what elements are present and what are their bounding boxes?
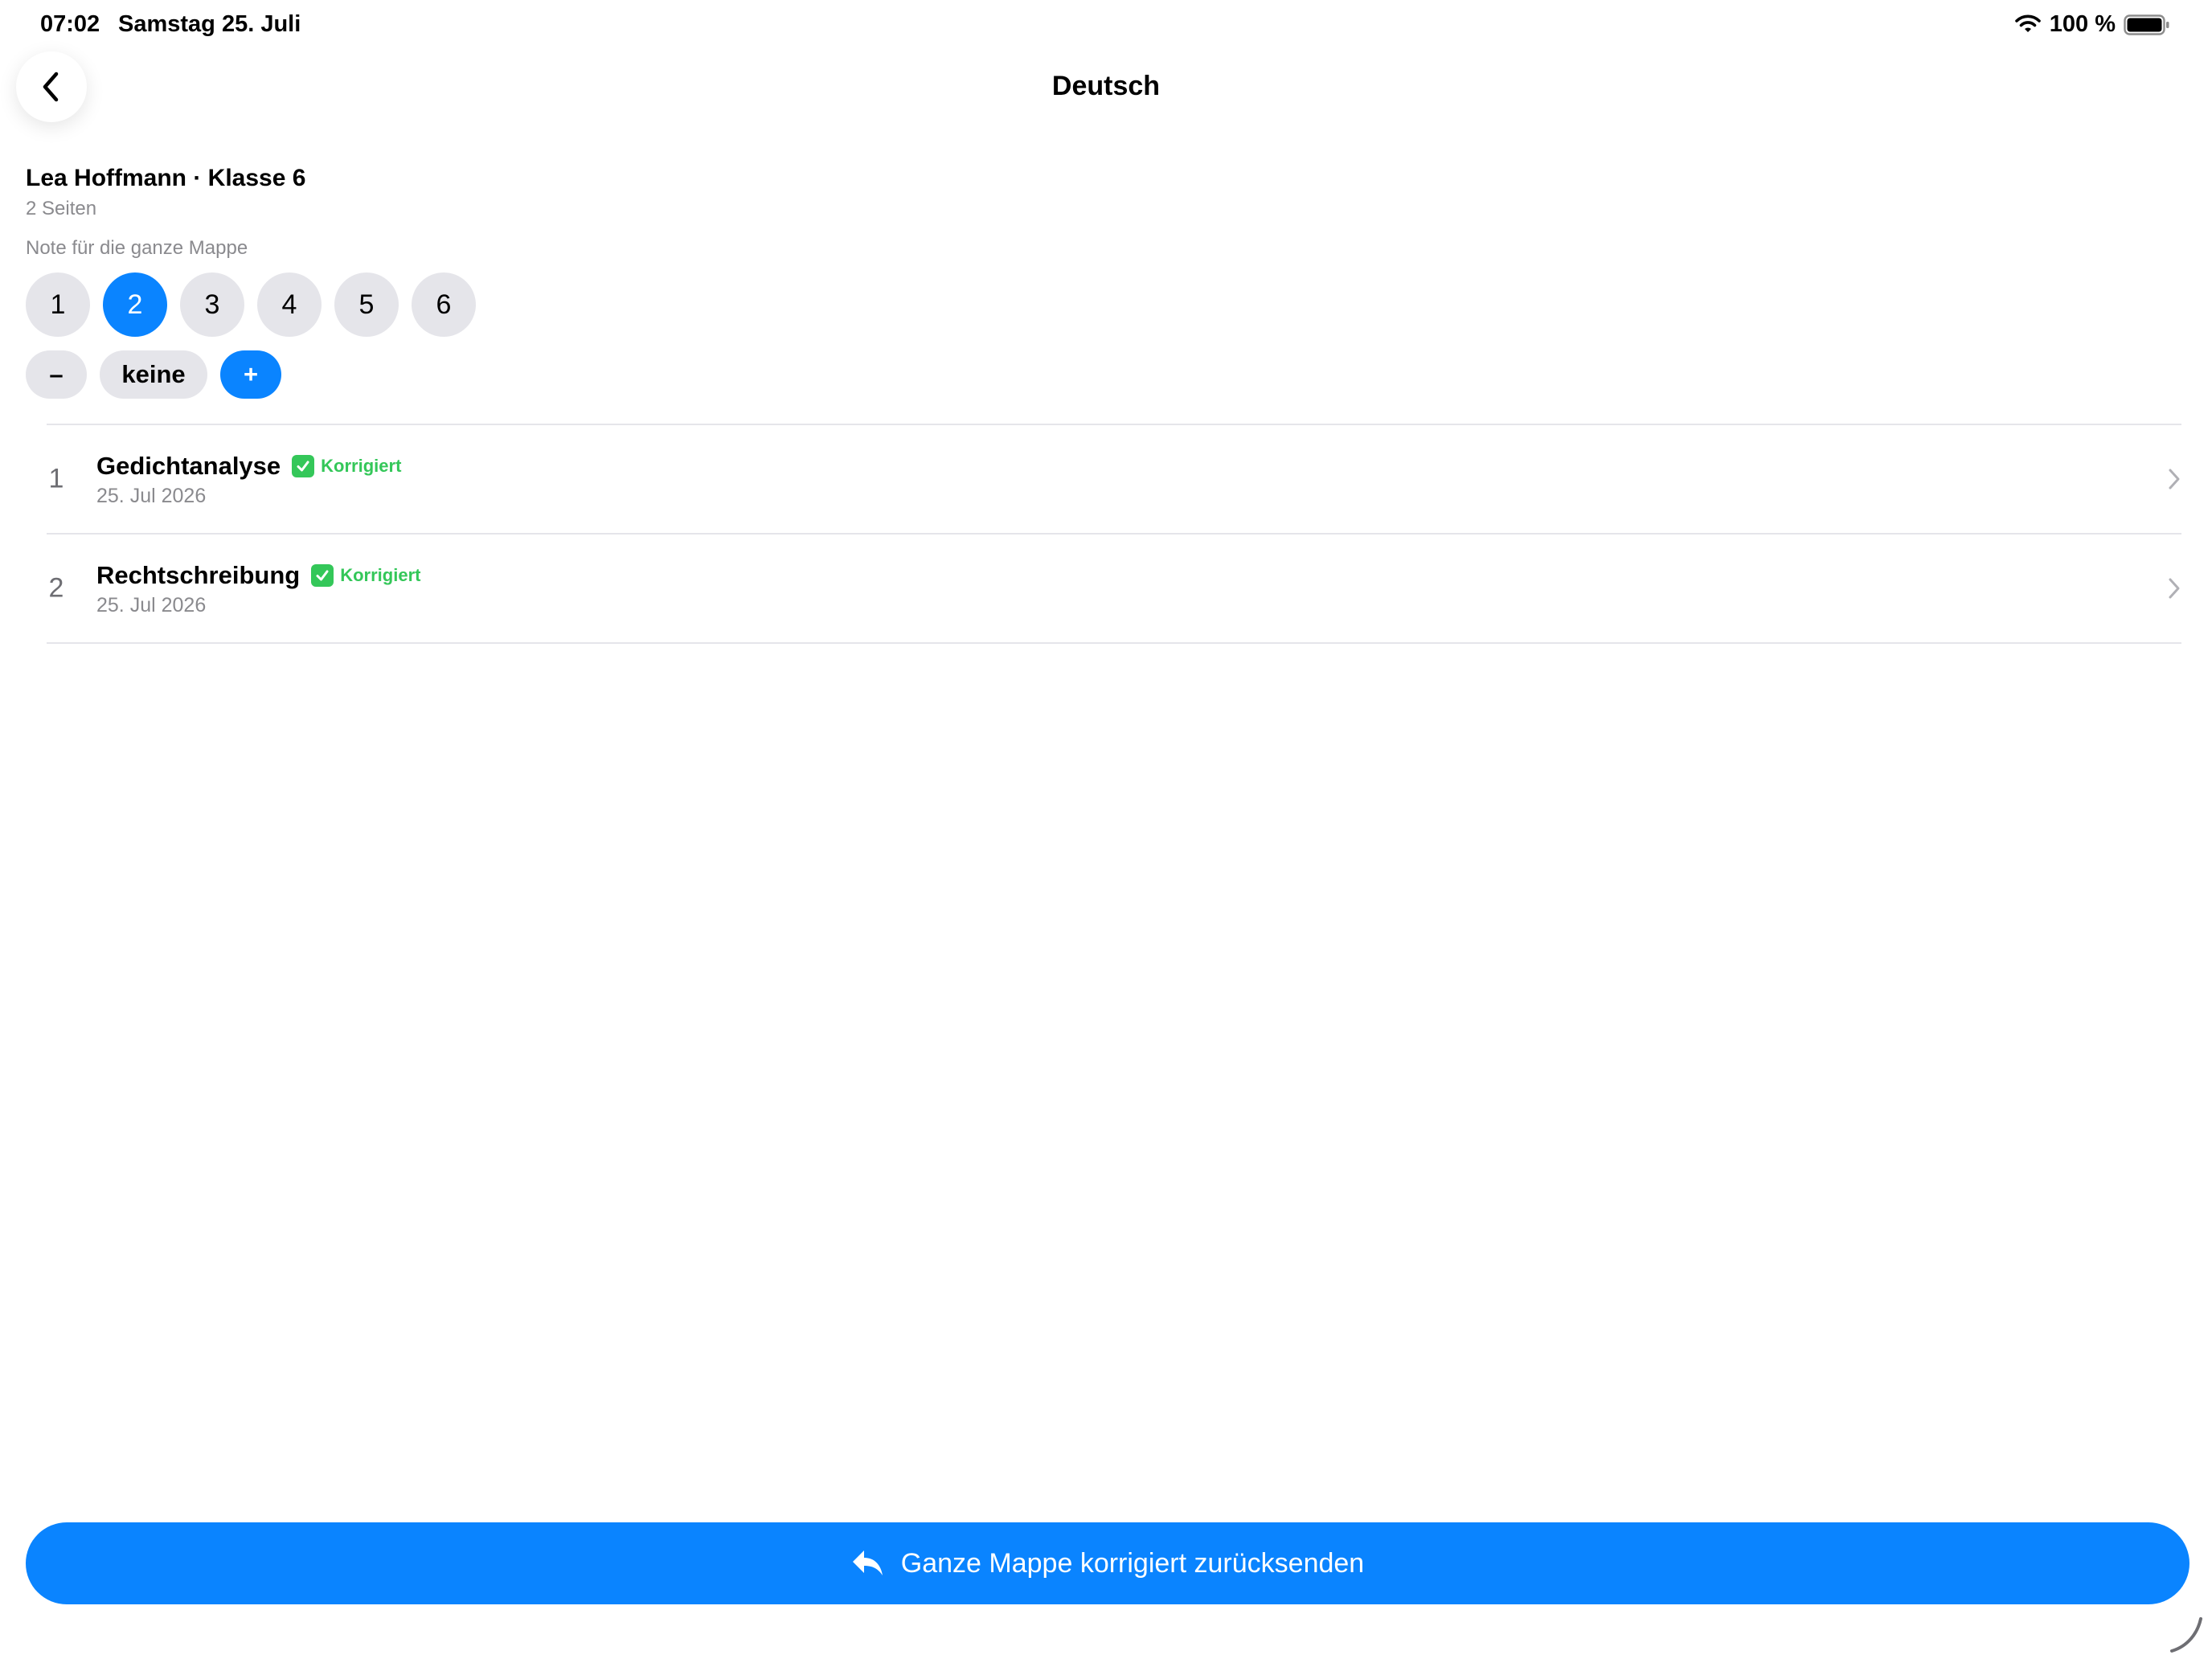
grade-button-2[interactable]: 2: [103, 272, 167, 337]
status-text: Korrigiert: [321, 456, 402, 476]
page-title-text: Gedichtanalyse: [96, 452, 281, 480]
battery-icon: [2124, 14, 2169, 35]
pages-list: 1 Gedichtanalyse Korrigiert 25. Jul 2026…: [47, 424, 2181, 644]
page-title: Deutsch: [1051, 71, 1161, 101]
wifi-icon: [2014, 14, 2041, 32]
grade-button-5[interactable]: 5: [334, 272, 399, 337]
checkmark-icon: [292, 455, 315, 477]
status-time: 07:02: [40, 11, 100, 37]
grade-button-4[interactable]: 4: [257, 272, 322, 337]
grade-button-6[interactable]: 6: [412, 272, 476, 337]
student-name-class: Lea Hoffmann · Klasse 6: [26, 165, 306, 191]
send-button-label: Ganze Mappe korrigiert zurücksenden: [900, 1547, 1365, 1579]
grade-none-button[interactable]: keine: [100, 350, 207, 399]
chevron-right-icon: [2169, 469, 2180, 490]
list-item[interactable]: 1 Gedichtanalyse Korrigiert 25. Jul 2026: [47, 425, 2181, 533]
status-badge: Korrigiert: [311, 564, 420, 587]
grade-minus-button[interactable]: –: [26, 350, 87, 399]
page-date: 25. Jul 2026: [96, 485, 207, 507]
status-text: Korrigiert: [340, 565, 421, 585]
checkmark-icon: [311, 564, 334, 587]
list-item[interactable]: 2 Rechtschreibung Korrigiert 25. Jul 202…: [47, 535, 2181, 642]
grade-plus-button[interactable]: +: [220, 350, 281, 399]
battery-percent: 100 %: [2049, 11, 2116, 37]
page-number: 2: [48, 572, 64, 604]
reply-arrow-icon: [852, 1550, 883, 1575]
grade-selector: 1 2 3 4 5 6: [26, 272, 476, 337]
corner-gesture-icon: [2170, 1617, 2202, 1653]
grade-modifier-selector: – keine +: [26, 350, 281, 399]
chevron-right-icon: [2169, 578, 2180, 599]
title-line: Rechtschreibung Korrigiert: [96, 561, 420, 590]
status-date: Samstag 25. Juli: [118, 11, 301, 37]
status-badge: Korrigiert: [292, 455, 401, 477]
page-count: 2 Seiten: [26, 198, 97, 219]
send-corrected-folder-button[interactable]: Ganze Mappe korrigiert zurücksenden: [26, 1522, 2189, 1604]
page-number: 1: [48, 463, 64, 494]
grade-button-1[interactable]: 1: [26, 272, 90, 337]
status-right: 100 %: [2014, 11, 2170, 38]
divider: [47, 642, 2181, 644]
page-title-text: Rechtschreibung: [96, 561, 301, 589]
grade-label: Note für die ganze Mappe: [26, 237, 248, 259]
grade-button-3[interactable]: 3: [180, 272, 244, 337]
title-line: Gedichtanalyse Korrigiert: [96, 452, 401, 481]
page-date: 25. Jul 2026: [96, 594, 207, 616]
status-bar: 07:02 Samstag 25. Juli 100 %: [0, 0, 2212, 51]
